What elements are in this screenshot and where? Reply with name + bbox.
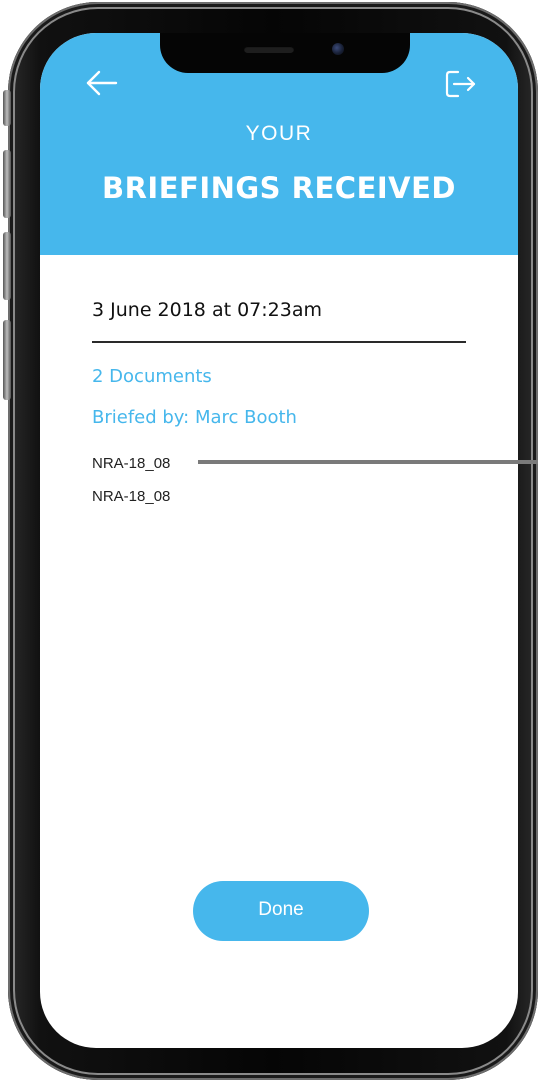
document-item[interactable]: NRA-18_08 — [92, 455, 170, 472]
briefing-date: 3 June 2018 at 07:23am — [92, 299, 322, 321]
header-subtitle: YOUR — [245, 122, 313, 145]
mute-switch — [3, 90, 11, 126]
volume-down-button — [3, 232, 11, 300]
document-item[interactable]: NRA-18_08 — [92, 488, 170, 505]
page-title: BRIEFINGS RECEIVED — [101, 171, 457, 205]
volume-up-button — [3, 150, 11, 218]
callout-line — [198, 460, 538, 464]
app-screen: YOUR BRIEFINGS RECEIVED 3 June 2018 at 0… — [40, 33, 518, 1048]
back-button[interactable] — [80, 67, 120, 99]
done-button[interactable]: Done — [193, 881, 369, 941]
arrow-left-icon — [86, 70, 118, 96]
front-camera — [332, 43, 344, 55]
notch — [160, 33, 410, 73]
logout-icon — [445, 70, 476, 98]
speaker-grille — [244, 46, 294, 53]
logout-button[interactable] — [440, 66, 480, 102]
divider — [92, 341, 466, 343]
document-count: 2 Documents — [92, 366, 212, 387]
side-button — [3, 320, 11, 400]
briefed-by: Briefed by: Marc Booth — [92, 407, 297, 428]
